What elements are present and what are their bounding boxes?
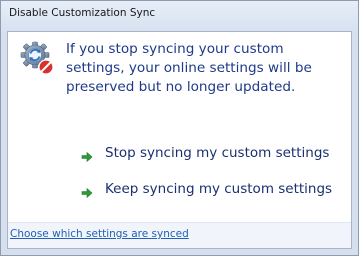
stop-syncing-label: Stop syncing my custom settings <box>105 145 330 161</box>
window-title: Disable Customization Sync <box>9 7 156 19</box>
disable-customization-sync-dialog: Disable Customization Sync If you stop s… <box>0 0 359 256</box>
dialog-content: If you stop syncing your custom settings… <box>7 31 352 249</box>
keep-syncing-label: Keep syncing my custom settings <box>105 181 333 197</box>
sync-disabled-icon <box>20 41 54 75</box>
stop-syncing-button[interactable]: Stop syncing my custom settings <box>66 137 330 169</box>
green-arrow-icon <box>81 184 93 199</box>
choose-settings-link[interactable]: Choose which settings are synced <box>10 228 189 240</box>
footer-area: Choose which settings are synced <box>8 223 351 248</box>
confirmation-message: If you stop syncing your custom settings… <box>66 41 312 95</box>
keep-syncing-button[interactable]: Keep syncing my custom settings <box>66 173 333 205</box>
title-bar[interactable]: Disable Customization Sync <box>1 1 358 31</box>
green-arrow-icon <box>81 148 93 163</box>
